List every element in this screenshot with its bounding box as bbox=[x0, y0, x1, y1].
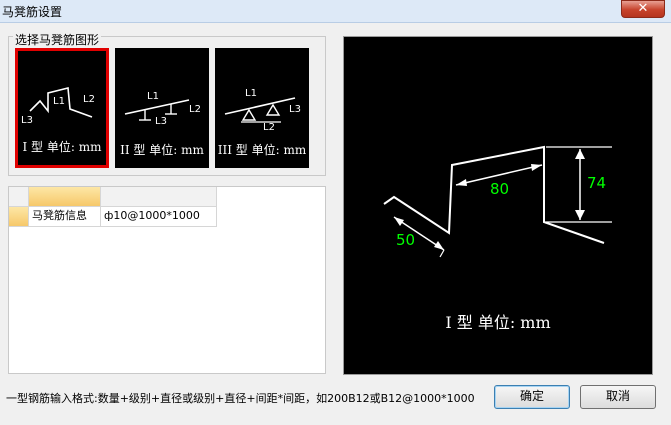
grid-cell-name: 马凳筋信息 bbox=[29, 207, 101, 227]
shape-select-group: 选择马凳筋图形 L1 L2 L3 I 型 单位: mm L1 L2 L3 II … bbox=[8, 31, 326, 176]
window-title: 马凳筋设置 bbox=[2, 5, 63, 19]
type-1-caption: I 型 单位: mm bbox=[22, 140, 102, 154]
cancel-button[interactable]: 取消 bbox=[580, 385, 656, 409]
title-bar: 马凳筋设置 ✕ bbox=[0, 0, 671, 23]
grid-cell-value[interactable]: ф10@1000*1000 bbox=[101, 207, 217, 227]
close-button[interactable]: ✕ bbox=[621, 0, 665, 18]
grid-col-header-name bbox=[29, 187, 101, 207]
shape-preview-panel: 50 80 74 I 型 单位: mm bbox=[343, 36, 653, 375]
preview-l2-value: 74 bbox=[587, 174, 606, 192]
preview-caption: I 型 单位: mm bbox=[445, 313, 550, 332]
type-1-l1-label: L1 bbox=[53, 96, 65, 107]
ok-button[interactable]: 确定 bbox=[494, 385, 570, 409]
type-3-l1-label: L1 bbox=[245, 88, 257, 99]
grid-corner bbox=[9, 187, 29, 207]
type-3-l2-label: L2 bbox=[263, 122, 275, 133]
type-2-l1-label: L1 bbox=[147, 91, 159, 102]
preview-drawing: 50 80 74 I 型 单位: mm bbox=[383, 145, 612, 332]
type-1-l3-label: L3 bbox=[21, 115, 33, 126]
type-2-l2-label: L2 bbox=[189, 104, 201, 115]
grid-row-header[interactable] bbox=[9, 207, 29, 227]
property-grid: 马凳筋信息 ф10@1000*1000 bbox=[8, 186, 326, 374]
shape-option-type-3[interactable]: L1 L3 L2 III 型 单位: mm bbox=[215, 48, 309, 168]
preview-l3-value: 50 bbox=[396, 231, 415, 249]
preview-l1-value: 80 bbox=[490, 180, 509, 198]
shape-group-label: 选择马凳筋图形 bbox=[13, 31, 102, 48]
input-format-hint: 一型钢筋输入格式:数量+级别+直径或级别+直径+间距*间距，如200B12或B1… bbox=[6, 392, 475, 405]
shape-option-type-1[interactable]: L1 L2 L3 I 型 单位: mm bbox=[15, 48, 109, 168]
type-3-l3-label: L3 bbox=[289, 104, 301, 115]
type-3-caption: III 型 单位: mm bbox=[217, 143, 307, 157]
close-icon: ✕ bbox=[637, 1, 649, 16]
type-2-l3-label: L3 bbox=[155, 116, 167, 127]
type-1-l2-label: L2 bbox=[83, 94, 95, 105]
shape-option-type-2[interactable]: L1 L2 L3 II 型 单位: mm bbox=[115, 48, 209, 168]
grid-col-header-value bbox=[101, 187, 217, 207]
type-2-caption: II 型 单位: mm bbox=[120, 143, 204, 157]
